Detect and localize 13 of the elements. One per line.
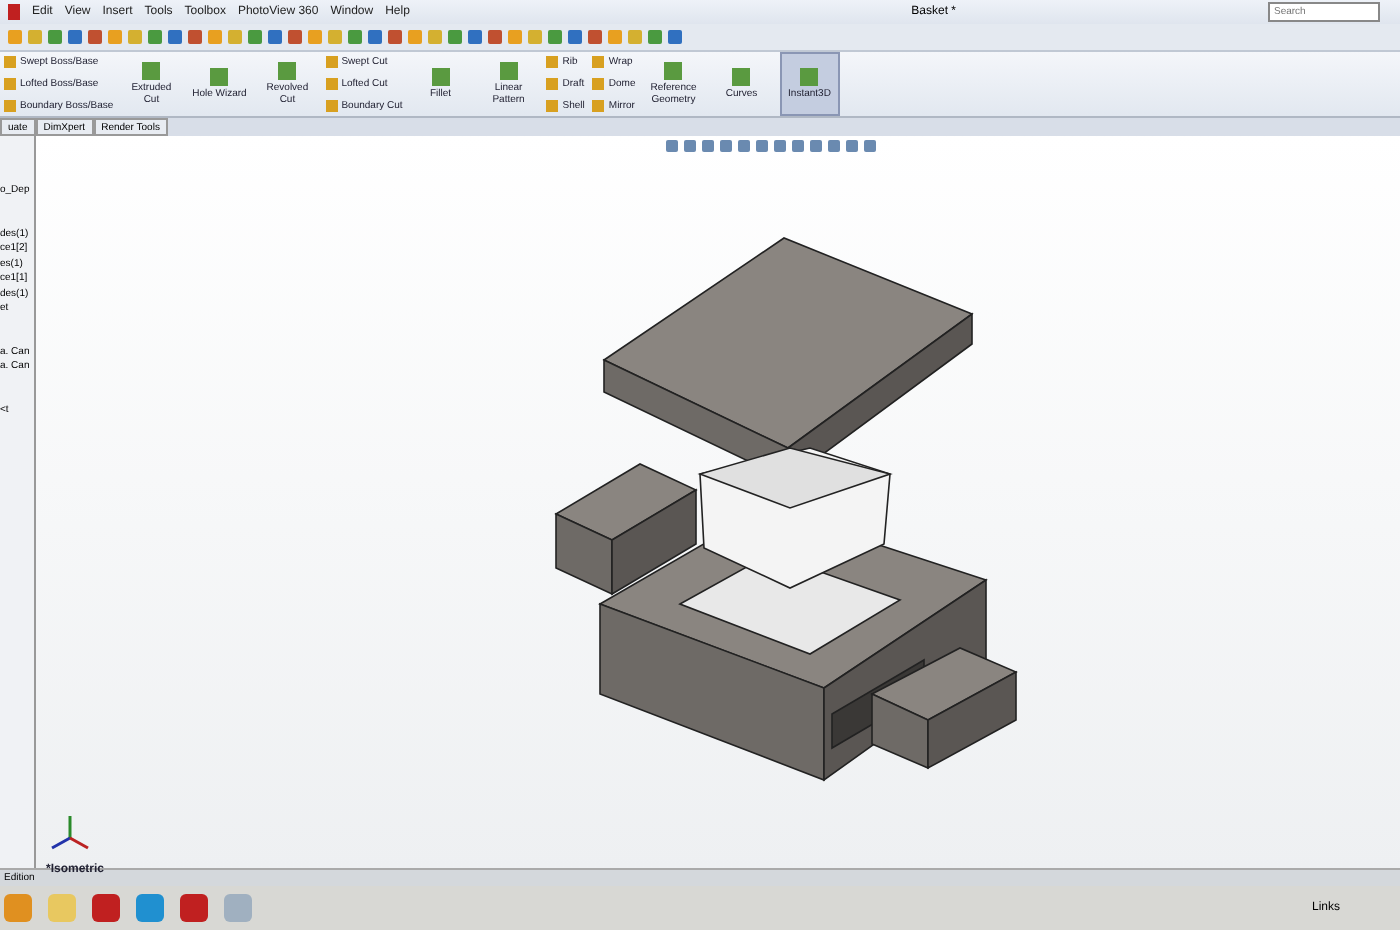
- taskbar-app-icon[interactable]: [92, 894, 120, 922]
- feature-icon: [800, 68, 819, 86]
- feature-icon: [499, 62, 518, 80]
- taskbar-app-icon[interactable]: [136, 894, 164, 922]
- feature-icon: [142, 62, 161, 80]
- feature-icon: [210, 68, 229, 86]
- feature-icon: [664, 62, 683, 80]
- feature-icon: [278, 62, 297, 80]
- feature-icon: [732, 68, 751, 86]
- taskbar-app-icon[interactable]: [4, 894, 32, 922]
- app-logo-icon: [8, 4, 20, 20]
- feature-icon: [431, 68, 450, 86]
- taskbar-app-icon[interactable]: [180, 894, 208, 922]
